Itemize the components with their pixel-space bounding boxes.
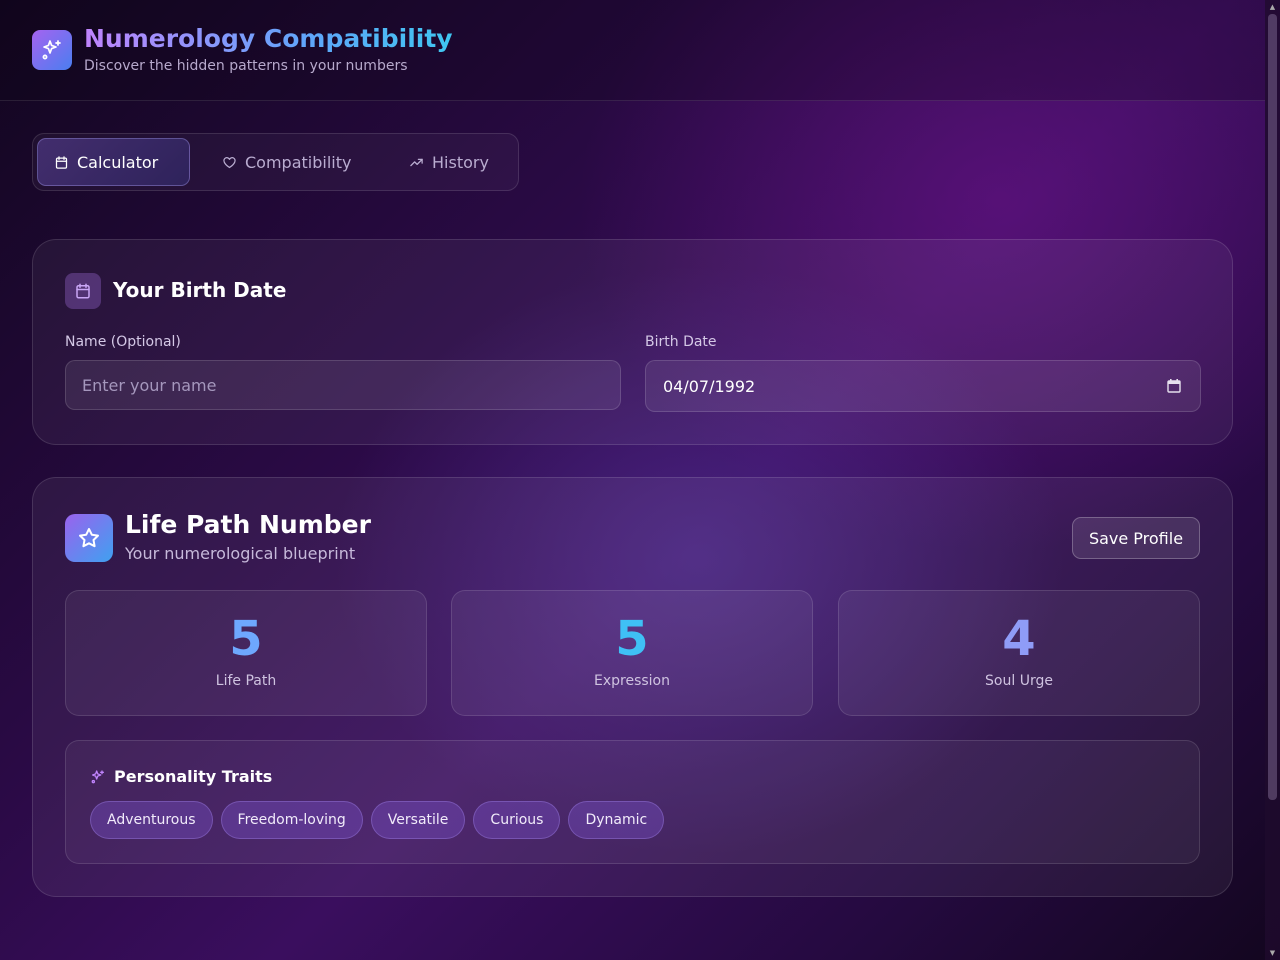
trending-up-icon <box>410 158 423 166</box>
trait-chips: Adventurous Freedom-loving Versatile Cur… <box>90 801 665 839</box>
trait-chip: Freedom-loving <box>220 801 363 839</box>
life-path-subtitle: Your numerological blueprint <box>125 544 356 563</box>
traits-header: Personality Traits <box>90 767 272 786</box>
tab-label: Compatibility <box>245 152 352 172</box>
card-title: Your Birth Date <box>113 278 287 302</box>
calendar-picker-icon[interactable] <box>1166 378 1182 394</box>
star-icon <box>65 514 113 562</box>
scroll-up-icon[interactable]: ▲ <box>1268 2 1277 12</box>
traits-title: Personality Traits <box>114 767 273 786</box>
tab-label: History <box>432 152 489 172</box>
tab-calculator[interactable]: Calculator <box>37 138 190 186</box>
trait-chip: Adventurous <box>90 801 213 839</box>
life-path-title: Life Path Number <box>125 510 371 539</box>
tab-label: Calculator <box>77 152 159 172</box>
tab-compatibility[interactable]: Compatibility <box>206 138 367 186</box>
app-title: Numerology Compatibility <box>84 24 453 53</box>
sparkles-icon <box>91 769 104 783</box>
stat-label: Life Path <box>215 673 277 689</box>
name-input[interactable] <box>65 360 621 410</box>
calendar-icon <box>55 155 68 169</box>
save-profile-button[interactable]: Save Profile <box>1072 517 1200 559</box>
birth-date-value: 04/07/1992 <box>663 377 756 396</box>
trait-chip: Curious <box>473 801 561 839</box>
trait-chip: Versatile <box>370 801 466 839</box>
trait-chip: Dynamic <box>568 801 665 839</box>
stat-value: 4 <box>1002 611 1036 667</box>
name-label: Name (Optional) <box>65 334 181 350</box>
birth-date-input[interactable]: 04/07/1992 <box>645 360 1201 412</box>
sparkles-icon <box>32 30 72 70</box>
scroll-down-icon[interactable]: ▼ <box>1268 948 1277 958</box>
app-subtitle: Discover the hidden patterns in your num… <box>84 58 408 74</box>
stat-value: 5 <box>229 611 263 667</box>
tab-bar: Calculator Compatibility History <box>32 133 519 191</box>
heart-icon <box>223 156 236 168</box>
soul-urge-stat: 4 Soul Urge <box>838 590 1200 716</box>
scroll-thumb[interactable] <box>1268 14 1277 800</box>
stat-value: 5 <box>615 611 649 667</box>
vertical-scrollbar[interactable]: ▲ ▼ <box>1265 0 1280 960</box>
stat-label: Soul Urge <box>985 673 1053 689</box>
app-header: Numerology Compatibility Discover the hi… <box>0 0 1265 101</box>
stat-label: Expression <box>594 673 670 689</box>
expression-stat: 5 Expression <box>451 590 813 716</box>
birth-date-label: Birth Date <box>645 334 717 350</box>
tab-history[interactable]: History <box>393 138 505 186</box>
birth-date-card: Your Birth Date Name (Optional) Birth Da… <box>32 239 1233 445</box>
life-path-stat: 5 Life Path <box>65 590 427 716</box>
life-path-card: Life Path Number Your numerological blue… <box>32 477 1233 897</box>
personality-traits-panel: Personality Traits Adventurous Freedom-l… <box>65 740 1200 864</box>
calendar-icon <box>65 273 101 309</box>
